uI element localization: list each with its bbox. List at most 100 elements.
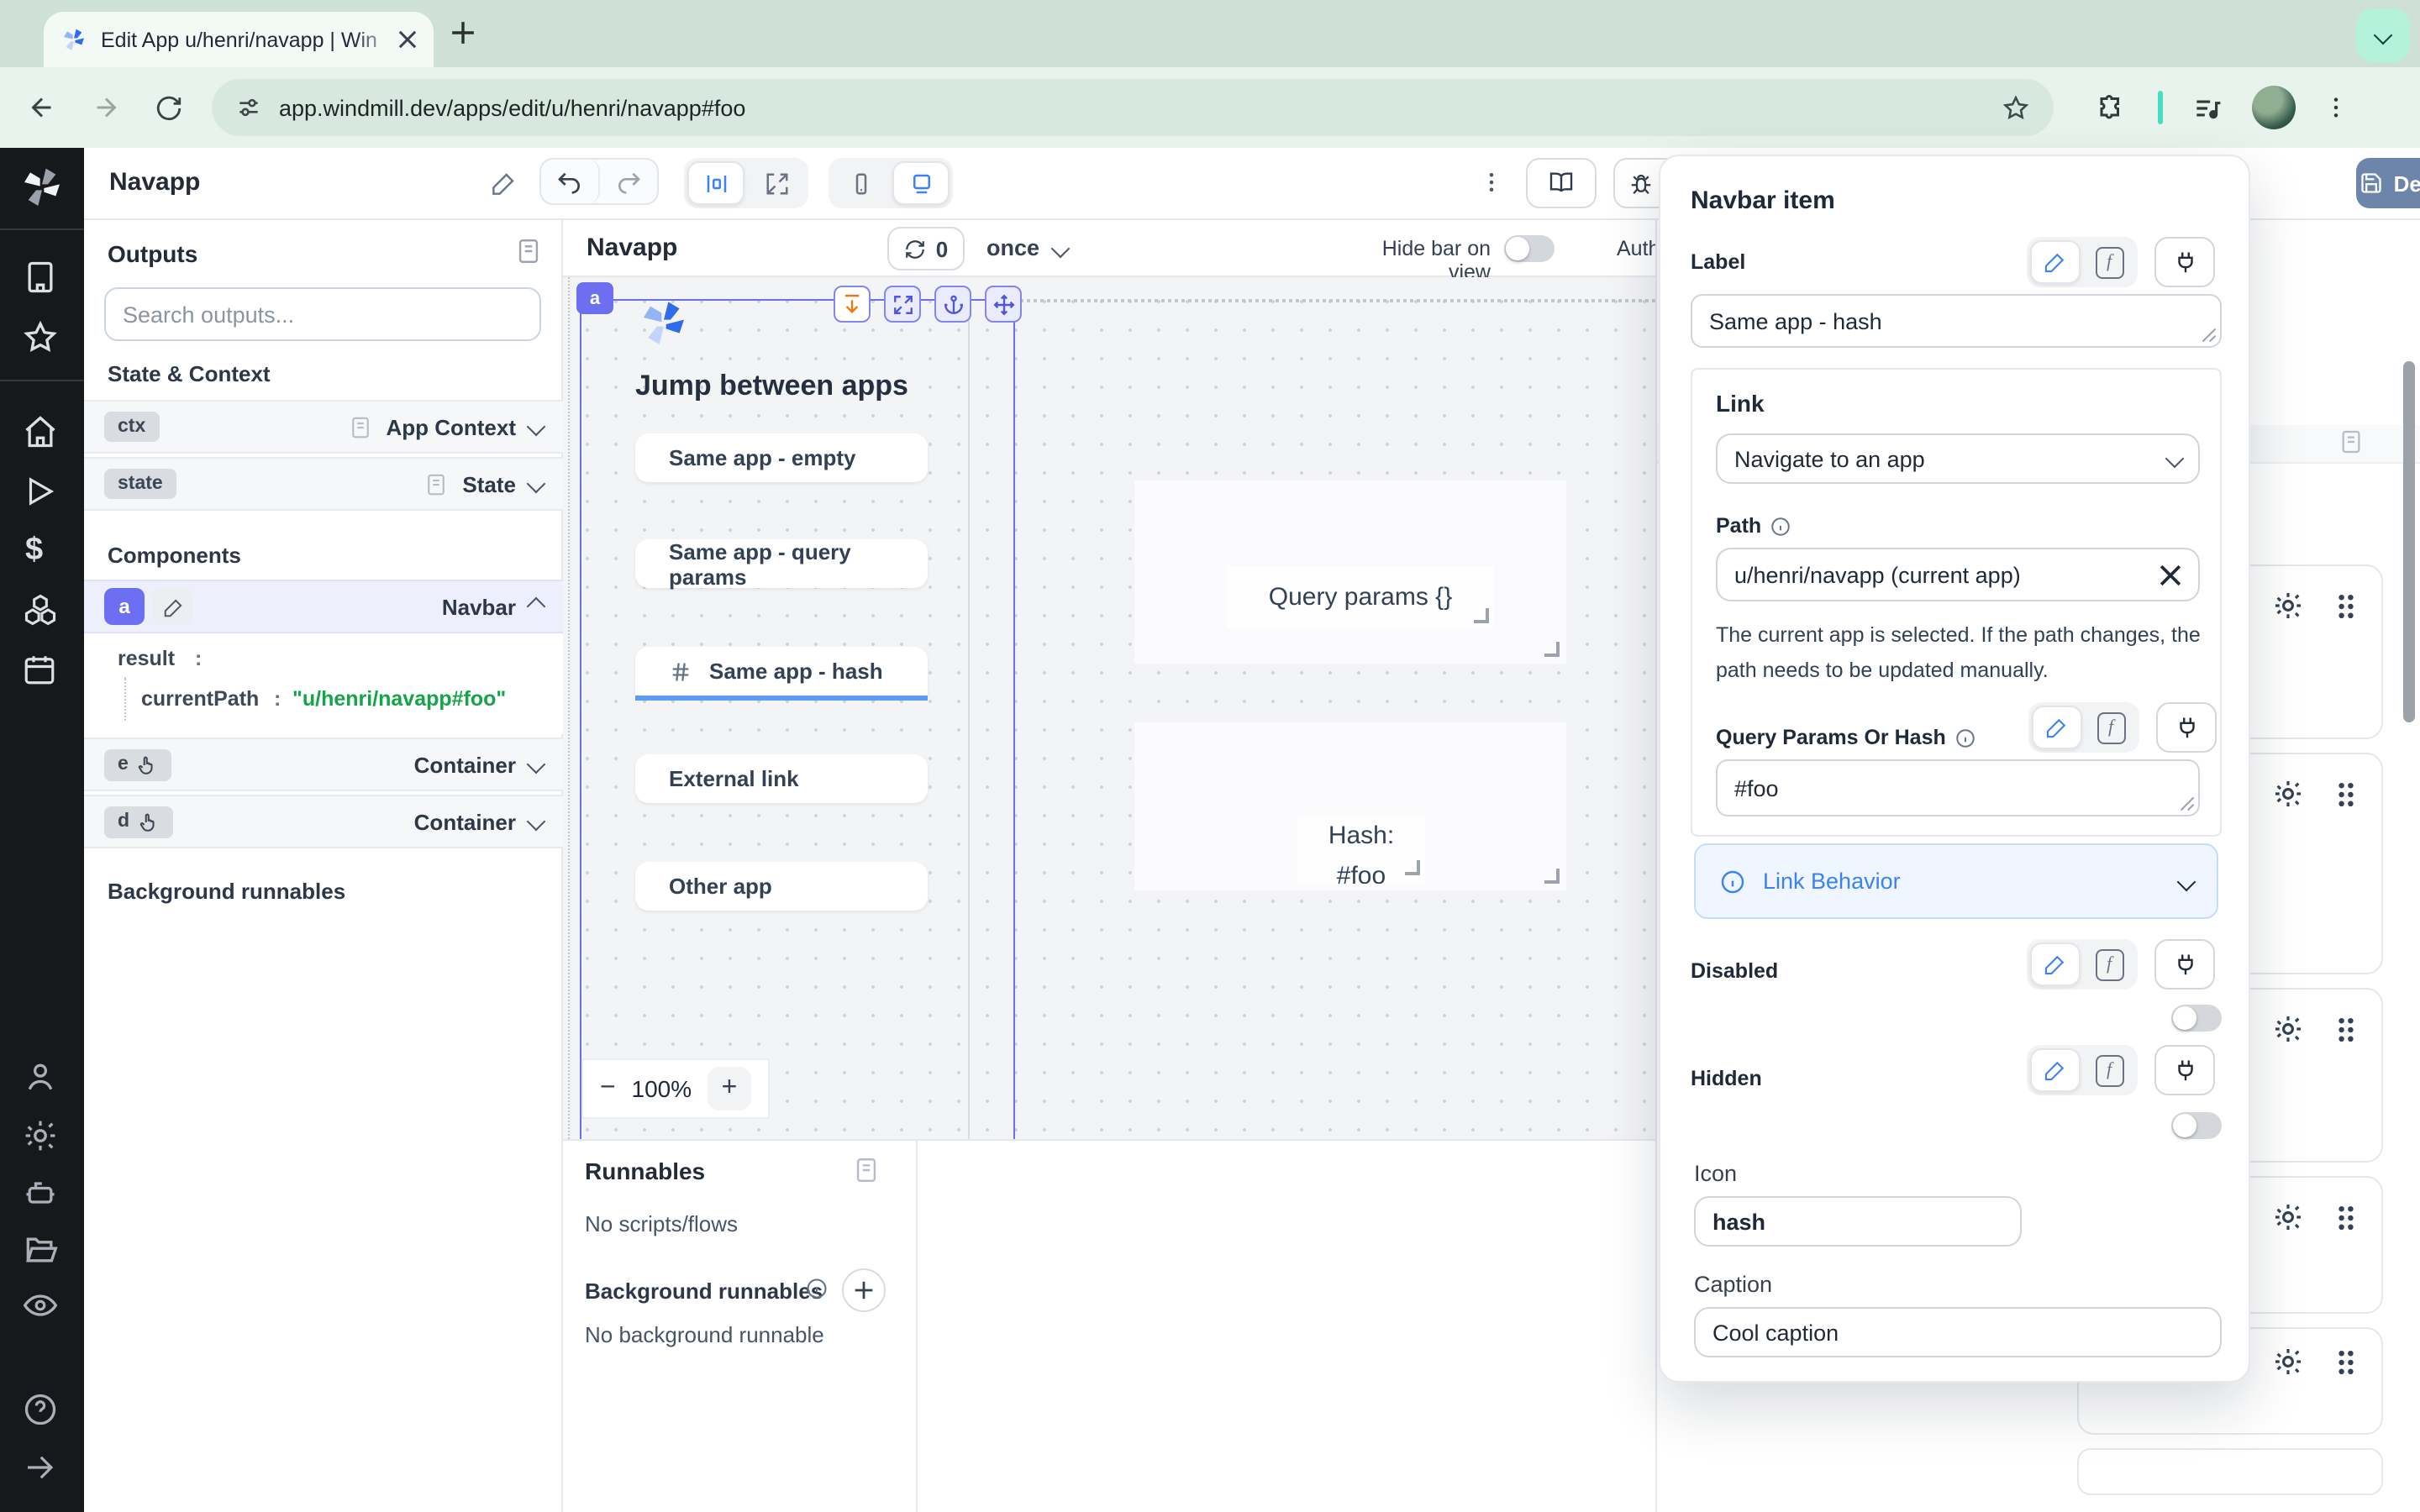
extensions-icon[interactable] [2094, 92, 2124, 123]
browser-tab[interactable]: Edit App u/henri/navapp | Win [44, 12, 434, 67]
item-settings-gear-icon[interactable] [2272, 778, 2304, 810]
resize-corner[interactable] [1405, 860, 1420, 875]
forward-button[interactable] [91, 92, 121, 123]
function-toggle[interactable]: f [2086, 706, 2136, 749]
component-tag[interactable]: a [576, 282, 613, 314]
collapse-arrow-icon[interactable] [22, 1450, 57, 1485]
function-toggle[interactable]: f [2084, 1048, 2134, 1092]
bookmark-star-icon[interactable] [2002, 93, 2030, 122]
icon-input[interactable]: hash [1694, 1196, 2022, 1247]
current-path-key[interactable]: currentPath [141, 687, 259, 711]
item-settings-gear-icon[interactable] [2272, 1013, 2304, 1045]
rename-pencil-icon[interactable] [153, 588, 193, 625]
centered-layout-toggle[interactable] [687, 161, 744, 205]
add-background-runnable-button[interactable] [842, 1268, 886, 1312]
connect-plug-button[interactable] [2154, 1045, 2215, 1095]
favorites-star-icon[interactable] [22, 319, 59, 356]
edit-title-pencil-icon[interactable] [491, 170, 518, 197]
help-icon[interactable] [22, 1391, 59, 1428]
new-tab-button[interactable] [450, 20, 476, 45]
hide-bar-toggle[interactable] [1504, 235, 1555, 262]
path-input[interactable]: u/henri/navapp (current app) [1716, 548, 2200, 601]
current-path-value[interactable]: "u/henri/navapp#foo" [292, 687, 506, 711]
item-settings-gear-icon[interactable] [2272, 590, 2304, 622]
query-params-text-widget[interactable]: Query params {} [1227, 566, 1494, 628]
result-key[interactable]: result [118, 647, 175, 670]
move-handle[interactable] [985, 286, 1022, 323]
schedule-dropdown[interactable]: once [986, 235, 1066, 260]
scrollbar-thumb[interactable] [2403, 361, 2415, 722]
info-icon[interactable] [1954, 727, 1976, 748]
audit-eye-icon[interactable] [22, 1287, 59, 1324]
tab-search-chevron-button[interactable] [2356, 8, 2410, 62]
desktop-preview-toggle[interactable] [892, 161, 950, 205]
textarea-resize-icon[interactable] [2202, 328, 2217, 343]
chevron-up-icon[interactable] [527, 597, 546, 617]
output-row-state[interactable]: state State [84, 457, 563, 511]
resize-corner[interactable] [1544, 869, 1560, 884]
chevron-down-icon[interactable] [527, 755, 546, 774]
doc-icon[interactable] [2338, 428, 2365, 455]
user-icon[interactable] [22, 1058, 59, 1095]
refresh-count-button[interactable]: 0 [887, 227, 965, 270]
hidden-toggle[interactable] [2171, 1112, 2222, 1139]
redo-button[interactable] [600, 160, 657, 203]
profile-avatar[interactable] [2252, 86, 2296, 129]
drag-grip-icon[interactable] [2334, 779, 2358, 809]
runnables-doc-icon[interactable] [852, 1156, 881, 1184]
static-pencil-toggle[interactable] [2030, 240, 2081, 284]
clear-x-icon[interactable] [2160, 564, 2181, 585]
nav-item-external-link[interactable]: External link [635, 754, 928, 803]
more-options-kebab-icon[interactable] [1479, 170, 1504, 195]
site-settings-icon[interactable] [235, 94, 262, 121]
zoom-in-button[interactable]: + [708, 1067, 751, 1110]
workspace-icon[interactable] [22, 259, 59, 296]
component-row-navbar[interactable]: a Navbar [84, 580, 563, 633]
app-canvas[interactable]: a Jump between apps [563, 277, 1655, 1139]
tab-close-icon[interactable] [398, 30, 417, 49]
drag-grip-icon[interactable] [2334, 1014, 2358, 1044]
component-row-e[interactable]: e Container [84, 738, 563, 791]
nav-item-other-app[interactable]: Other app [635, 862, 928, 911]
query-params-container[interactable]: Query params {} [1134, 480, 1566, 664]
mobile-preview-toggle[interactable] [832, 161, 889, 205]
url-text[interactable]: app.windmill.dev/apps/edit/u/henri/navap… [279, 95, 2002, 120]
anchor-handle[interactable] [934, 286, 971, 323]
chevron-down-icon[interactable] [527, 475, 546, 494]
drag-grip-icon[interactable] [2334, 1347, 2358, 1377]
drag-grip-icon[interactable] [2334, 1202, 2358, 1232]
workers-robot-icon[interactable] [22, 1174, 59, 1211]
outputs-doc-icon[interactable] [514, 237, 543, 265]
hash-container[interactable]: Hash: #foo [1134, 722, 1566, 890]
link-kind-select[interactable]: Navigate to an app [1716, 433, 2200, 484]
url-bar[interactable]: app.windmill.dev/apps/edit/u/henri/navap… [212, 79, 2054, 136]
nav-item-same-app-empty[interactable]: Same app - empty [635, 433, 928, 482]
schedules-calendar-icon[interactable] [22, 652, 57, 687]
variables-dollar-icon[interactable]: $ [25, 533, 43, 570]
connect-plug-button[interactable] [2156, 702, 2217, 753]
textarea-resize-icon[interactable] [2180, 796, 2195, 811]
component-a-badge[interactable]: a [104, 588, 145, 625]
resize-corner[interactable] [1544, 642, 1560, 657]
state-badge[interactable]: state [104, 469, 176, 499]
info-icon[interactable] [805, 1277, 829, 1300]
link-behavior-toggle[interactable]: Link Behavior [1694, 843, 2218, 919]
docs-book-button[interactable] [1526, 158, 1597, 208]
fullscreen-layout-toggle[interactable] [748, 161, 805, 205]
caption-input[interactable]: Cool caption [1694, 1307, 2222, 1357]
qph-input[interactable]: #foo [1716, 759, 2200, 816]
component-d-badge[interactable]: d [104, 806, 173, 837]
disabled-toggle[interactable] [2171, 1005, 2222, 1032]
component-e-badge[interactable]: e [104, 748, 172, 780]
reload-button[interactable] [155, 93, 183, 122]
static-pencil-toggle[interactable] [2030, 1048, 2081, 1092]
info-icon[interactable] [1770, 515, 1791, 537]
component-row-d[interactable]: d Container [84, 795, 563, 848]
zoom-out-button[interactable]: − [600, 1074, 616, 1104]
resize-corner[interactable] [1474, 608, 1489, 623]
drag-grip-icon[interactable] [2334, 591, 2358, 621]
expand-down-handle[interactable] [834, 286, 871, 323]
chevron-down-icon[interactable] [527, 417, 546, 437]
folders-icon[interactable] [22, 1231, 59, 1268]
function-toggle[interactable]: f [2084, 240, 2134, 284]
